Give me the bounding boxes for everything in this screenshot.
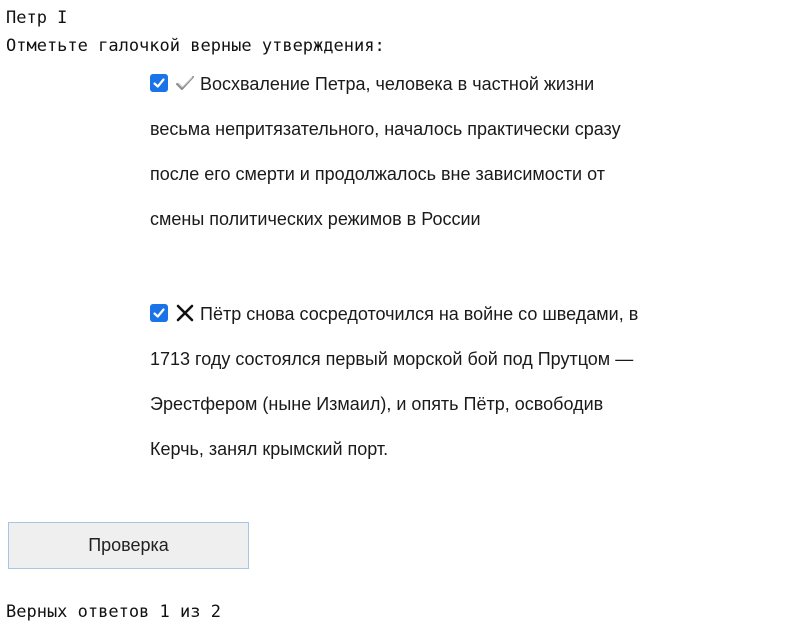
cross-mark-icon: [174, 294, 196, 322]
statement-checkbox[interactable]: [150, 74, 168, 92]
statement-item: Восхваление Петра, человека в частной жи…: [150, 62, 650, 242]
statement-text: Пётр снова сосредоточился на войне со шв…: [150, 304, 639, 459]
statement-text: Восхваление Петра, человека в частной жи…: [150, 74, 621, 229]
checkbox-check-icon: [153, 308, 165, 318]
check-button[interactable]: Проверка: [8, 522, 249, 569]
statement-checkbox[interactable]: [150, 304, 168, 322]
checkbox-check-icon: [153, 78, 165, 88]
quiz-title: Петр I: [6, 8, 68, 28]
quiz-instruction: Отметьте галочкой верные утверждения:: [6, 36, 385, 56]
check-mark-icon: [174, 64, 196, 90]
result-text: Верных ответов 1 из 2: [6, 602, 221, 622]
statement-item: Пётр снова сосредоточился на войне со шв…: [150, 292, 650, 472]
